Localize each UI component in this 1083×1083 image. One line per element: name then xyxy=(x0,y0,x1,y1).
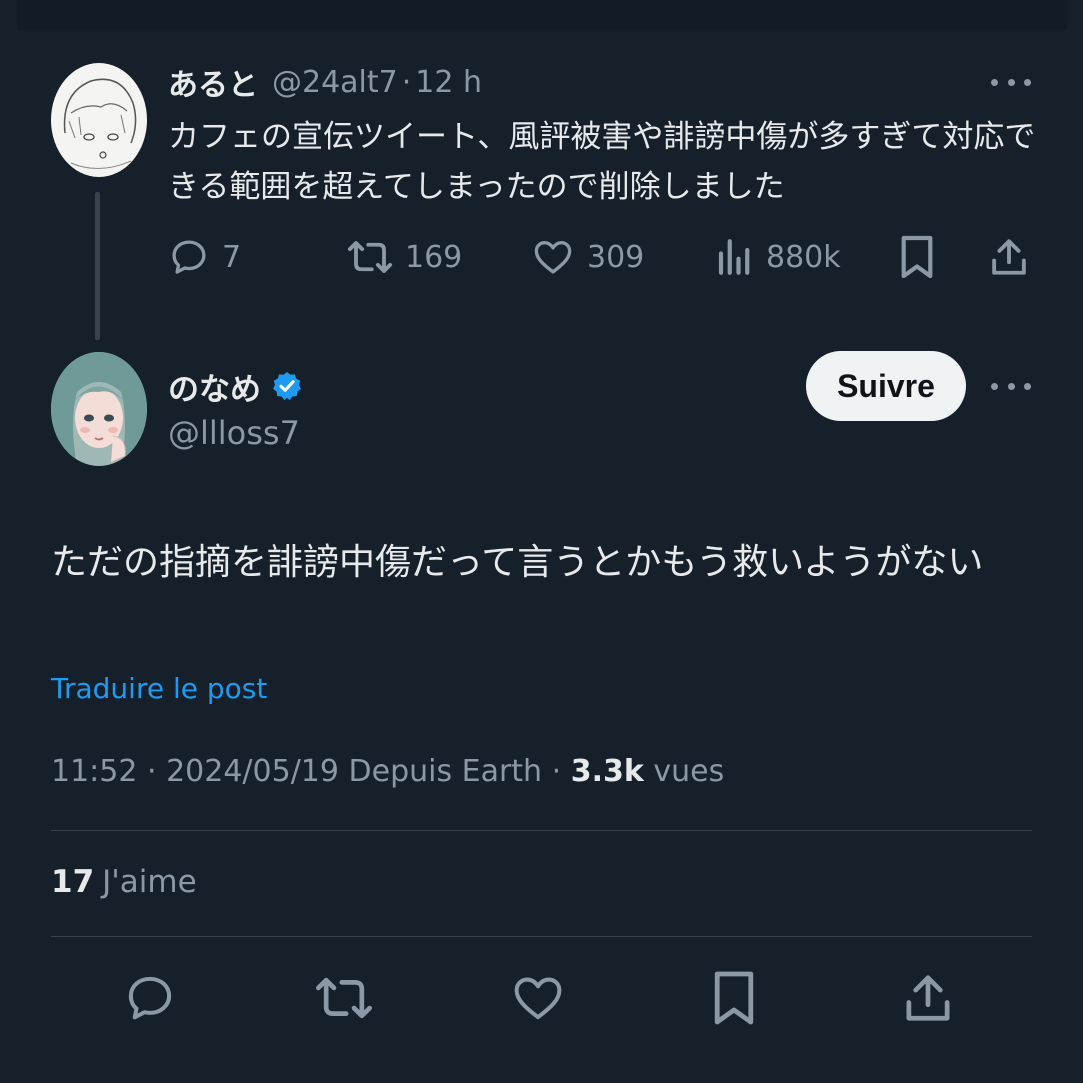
parent-reply-button[interactable]: 7 xyxy=(168,232,241,282)
parent-share-button[interactable] xyxy=(988,232,1030,282)
main-avatar[interactable] xyxy=(51,352,147,466)
reply-icon xyxy=(123,971,177,1029)
parent-views-count: 880k xyxy=(766,239,841,275)
parent-repost-button[interactable]: 169 xyxy=(347,232,462,282)
divider-top xyxy=(51,830,1032,831)
share-icon xyxy=(988,235,1030,279)
translate-post-link[interactable]: Traduire le post xyxy=(51,672,267,705)
parent-views-button[interactable]: 880k xyxy=(716,232,841,282)
tweet-views-count: 3.3k xyxy=(570,754,644,789)
parent-more-icon[interactable] xyxy=(991,72,1031,92)
thread-connector xyxy=(95,192,100,340)
bookmark-button[interactable] xyxy=(704,970,764,1030)
likes-summary[interactable]: 17 J'aime xyxy=(51,864,197,900)
tweet-meta: 11:52 · 2024/05/19 Depuis Earth · 3.3k v… xyxy=(51,754,724,789)
like-icon xyxy=(510,971,566,1029)
like-icon xyxy=(531,236,575,278)
parent-time[interactable]: 12 h xyxy=(415,65,482,100)
main-more-icon[interactable] xyxy=(991,376,1031,396)
bookmark-icon xyxy=(898,234,936,280)
tweet-timestamp[interactable]: 11:52 · 2024/05/19 Depuis Earth · xyxy=(51,754,561,789)
parent-like-button[interactable]: 309 xyxy=(531,232,644,282)
views-icon xyxy=(716,236,754,278)
parent-separator: · xyxy=(401,64,412,100)
repost-icon xyxy=(347,236,393,278)
parent-display-name[interactable]: あると xyxy=(168,60,258,104)
tweet-views-label: vues xyxy=(653,754,725,789)
top-strip xyxy=(17,0,1067,30)
parent-repost-count: 169 xyxy=(405,239,463,275)
main-display-name[interactable]: のなめ xyxy=(168,364,261,409)
likes-count: 17 xyxy=(51,864,95,900)
parent-like-count: 309 xyxy=(587,239,645,275)
parent-bookmark-button[interactable] xyxy=(898,232,936,282)
repost-button[interactable] xyxy=(314,970,374,1030)
likes-label: J'aime xyxy=(102,864,197,900)
main-tweet-text: ただの指摘を誹謗中傷だって言うとかもう救いようがない xyxy=(51,542,984,583)
share-button[interactable] xyxy=(898,970,958,1030)
repost-icon xyxy=(315,971,373,1029)
reply-button[interactable] xyxy=(120,970,180,1030)
parent-header: あると @24alt7 · 12 h xyxy=(168,60,482,104)
parent-tweet-text: カフェの宣伝ツイート、風評被害や誹謗中傷が多すぎて対応できる範囲を超えてしまった… xyxy=(168,119,1036,205)
share-icon xyxy=(901,970,955,1030)
parent-handle[interactable]: @24alt7 xyxy=(272,65,398,100)
parent-avatar[interactable] xyxy=(51,63,147,177)
main-author-row: のなめ xyxy=(168,364,303,409)
follow-button[interactable]: Suivre xyxy=(806,351,966,421)
main-handle[interactable]: @llloss7 xyxy=(168,414,300,452)
like-button[interactable] xyxy=(508,970,568,1030)
reply-icon xyxy=(168,236,210,278)
verified-badge-icon[interactable] xyxy=(261,370,303,402)
parent-reply-count: 7 xyxy=(222,239,242,275)
divider-bottom xyxy=(51,936,1032,937)
bookmark-icon xyxy=(710,968,758,1032)
